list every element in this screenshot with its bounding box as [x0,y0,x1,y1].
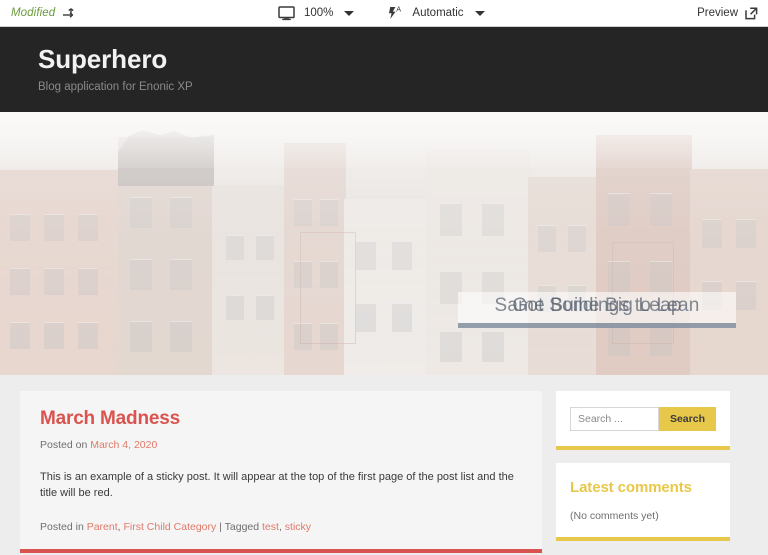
hero-caption-band: Got Some Big Leap Same Buildings to Lean [458,292,736,328]
tag-link-sticky[interactable]: sticky [285,521,311,533]
preview-label: Preview [697,7,738,19]
preview-button[interactable]: Preview [697,6,758,20]
post-body-text: This is an example of a sticky post. It … [40,470,514,499]
search-widget: Search [556,391,730,450]
category-link-first-child[interactable]: First Child Category [123,521,216,533]
site-title: Superhero [38,44,168,74]
chevron-down-icon[interactable] [344,10,355,16]
posted-on-prefix: Posted on [40,438,91,451]
zoom-level-value: 100% [304,7,334,19]
hero-caption-slide-b: Same Buildings to Lean [494,295,700,316]
sidebar: Search Latest comments (No comments yet) [556,391,730,555]
hero-banner[interactable] [0,112,768,375]
content-area: March Madness Posted on March 4, 2020 Th… [0,375,768,555]
search-input[interactable] [570,407,659,431]
site-header: Superhero Blog application for Enonic XP [0,27,768,112]
editor-toolbar: Modified 100% A Automatic Preview [0,0,768,27]
posted-in-prefix: Posted in [40,520,87,533]
zoom-control[interactable]: 100% [278,5,355,21]
tagged-prefix: | Tagged [216,520,263,533]
render-mode-value: Automatic [412,7,464,19]
hero-photo-cityscape [0,112,768,375]
latest-comments-empty-text: (No comments yet) [570,510,659,522]
revert-arrow-icon[interactable] [62,7,77,20]
latest-comments-title: Latest comments [570,479,692,496]
post-taxonomy-meta: Posted in Parent, First Child Category |… [40,521,522,533]
main-column: March Madness Posted on March 4, 2020 Th… [20,391,542,555]
content-status-label: Modified [11,7,56,19]
category-link-parent[interactable]: Parent [87,521,118,533]
post-card: March Madness Posted on March 4, 2020 Th… [20,391,542,553]
external-link-icon[interactable] [745,6,758,20]
search-row: Search [570,407,716,431]
tag-link-test[interactable]: test [262,521,279,533]
toolbar-center-group: 100% A Automatic [278,5,485,21]
toolbar-left-group: Modified [0,7,77,20]
flash-auto-icon: A [387,5,403,21]
latest-comments-widget: Latest comments (No comments yet) [556,463,730,541]
post-title[interactable]: March Madness [40,408,522,430]
desktop-monitor-icon [278,5,295,21]
post-date-meta: Posted on March 4, 2020 [40,439,522,451]
render-mode-control[interactable]: A Automatic [387,5,485,21]
chevron-down-icon[interactable] [474,10,485,16]
search-button[interactable]: Search [658,407,716,431]
svg-text:A: A [397,5,402,14]
post-date-link[interactable]: March 4, 2020 [90,439,157,451]
site-tagline: Blog application for Enonic XP [38,81,193,94]
